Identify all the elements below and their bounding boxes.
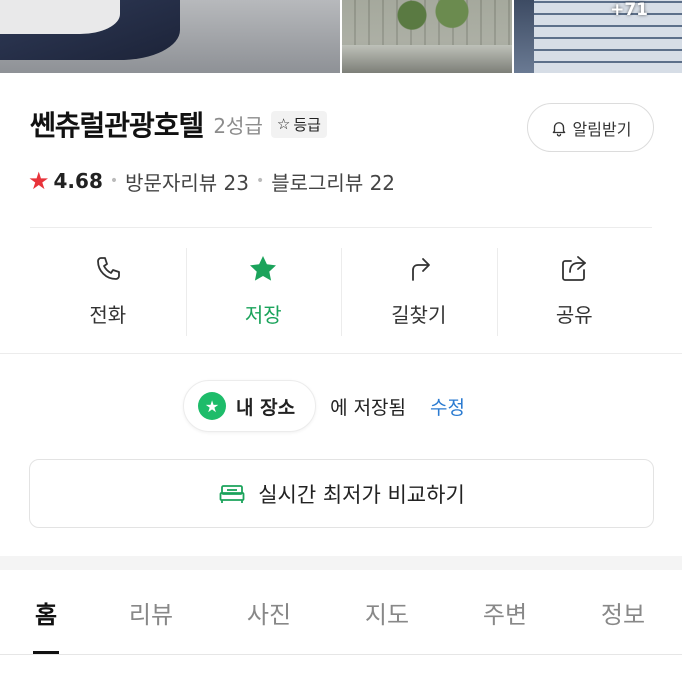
phone-icon — [96, 257, 120, 280]
tab-bar: 홈 리뷰 사진 지도 주변 정보 — [0, 570, 682, 654]
photo-plants — [382, 0, 482, 38]
separator-dot: • — [109, 173, 119, 189]
rating-score: 4.68 — [53, 169, 103, 193]
more-photos-count: +71 — [610, 0, 648, 20]
tab-nearby[interactable]: 주변 — [446, 570, 564, 654]
alarm-button-label: 알림받기 — [572, 119, 632, 139]
alarm-button[interactable]: 알림받기 — [527, 103, 654, 152]
rating-star-icon: ★ — [28, 167, 50, 195]
share-button[interactable]: 공유 — [496, 228, 653, 353]
bell-icon — [552, 121, 565, 136]
share-icon — [562, 256, 587, 281]
photo-sheet — [0, 0, 120, 34]
tab-info[interactable]: 정보 — [564, 570, 682, 654]
directions-icon — [411, 258, 430, 281]
save-label: 저장 — [244, 303, 282, 327]
photo-strip: +71 — [0, 0, 682, 73]
star-icon — [250, 256, 277, 281]
my-places-label: 내 장소 — [236, 396, 296, 419]
tab-reviews[interactable]: 리뷰 — [92, 570, 210, 654]
saved-status-row: ★ 내 장소 에 저장됨 수정 — [183, 380, 465, 432]
save-button[interactable]: 저장 — [185, 228, 342, 353]
photo-exterior-wall[interactable] — [342, 0, 512, 73]
section-divider — [0, 353, 682, 354]
grade-badge-label: 등급 — [293, 115, 321, 134]
directions-button[interactable]: 길찾기 — [341, 228, 497, 353]
visitor-reviews-link[interactable]: 방문자리뷰 23 — [125, 167, 249, 196]
tab-home[interactable]: 홈 — [0, 570, 92, 654]
compare-prices-button[interactable]: 실시간 최저가 비교하기 — [29, 459, 654, 528]
photo-building[interactable]: +71 — [514, 0, 682, 73]
grade-badge[interactable]: ☆ 등급 — [270, 110, 327, 138]
title-row: 쎈츄럴관광호텔 2성급 ☆ 등급 — [30, 104, 327, 144]
share-label: 공유 — [555, 303, 593, 327]
tab-bar-border — [0, 654, 682, 655]
bed-icon — [219, 484, 245, 503]
my-places-chip[interactable]: ★ 내 장소 — [183, 380, 317, 432]
blog-reviews-link[interactable]: 블로그리뷰 22 — [271, 167, 395, 196]
separator-dot: • — [255, 173, 265, 189]
call-label: 전화 — [89, 303, 127, 327]
hotel-name: 쎈츄럴관광호텔 — [30, 109, 204, 142]
hotel-grade: 2성급 — [213, 113, 263, 138]
compare-prices-label: 실시간 최저가 비교하기 — [258, 482, 465, 507]
tab-map[interactable]: 지도 — [328, 570, 446, 654]
photo-room[interactable] — [0, 0, 340, 73]
directions-label: 길찾기 — [391, 303, 447, 327]
edit-saved-link[interactable]: 수정 — [430, 393, 465, 420]
call-button[interactable]: 전화 — [30, 228, 186, 353]
photo-building-facade — [534, 0, 682, 73]
tab-photos[interactable]: 사진 — [210, 570, 328, 654]
star-outline-icon: ☆ — [276, 115, 291, 133]
section-gap — [0, 556, 682, 570]
saved-star-icon: ★ — [198, 392, 226, 420]
saved-suffix-text: 에 저장됨 — [330, 396, 407, 419]
action-bar: 전화 저장 길찾기 공유 — [30, 228, 652, 353]
rating-row: ★ 4.68 • 방문자리뷰 23 • 블로그리뷰 22 — [28, 166, 395, 196]
